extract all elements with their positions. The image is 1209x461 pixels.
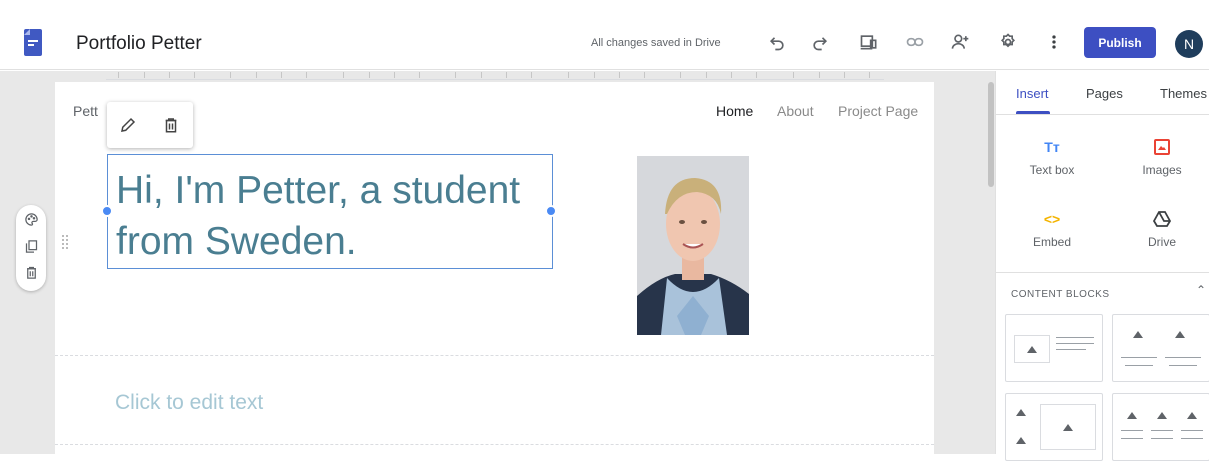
tab-themes[interactable]: Themes xyxy=(1160,86,1207,101)
nav-project-page[interactable]: Project Page xyxy=(838,103,918,119)
text-box-popover xyxy=(107,102,193,148)
text-box-icon: Tт xyxy=(1044,139,1060,155)
edit-pencil-icon[interactable] xyxy=(117,114,139,136)
site-title[interactable]: Portfolio Petter xyxy=(76,33,202,55)
nav-about[interactable]: About xyxy=(777,103,814,119)
insert-item-label: Text box xyxy=(1029,163,1075,177)
resize-handle-left[interactable] xyxy=(101,205,113,217)
undo-icon[interactable] xyxy=(765,30,789,54)
block-image-icon xyxy=(1127,412,1137,419)
duplicate-icon[interactable] xyxy=(23,238,39,254)
page-heading[interactable]: Hi, I'm Petter, a student from Sweden. xyxy=(116,165,546,267)
sites-logo-icon[interactable] xyxy=(24,29,42,56)
resize-handle-right[interactable] xyxy=(545,205,557,217)
section-divider xyxy=(55,444,934,445)
block-image-icon xyxy=(1012,430,1030,450)
app-toolbar: Portfolio Petter All changes saved in Dr… xyxy=(0,0,1209,70)
section-divider xyxy=(55,355,934,356)
insert-embed[interactable]: <> Embed xyxy=(1012,209,1092,249)
text-placeholder[interactable]: Click to edit text xyxy=(115,391,263,415)
link-icon[interactable] xyxy=(903,30,927,54)
insert-item-label: Drive xyxy=(1147,235,1176,249)
tab-insert[interactable]: Insert xyxy=(1016,86,1049,101)
site-page: Pettm Home About Project Page Hi, I'm Pe… xyxy=(55,82,934,454)
insert-text-box[interactable]: Tт Text box xyxy=(1012,137,1092,177)
embed-icon: <> xyxy=(1043,211,1061,227)
insert-item-label: Embed xyxy=(1032,235,1072,249)
drag-handle-icon[interactable] xyxy=(62,235,68,249)
more-vert-icon[interactable] xyxy=(1042,30,1066,54)
block-image-icon xyxy=(1133,331,1143,338)
delete-icon[interactable] xyxy=(160,114,182,136)
header-section[interactable]: Pettm Home About Project Page Hi, I'm Pe… xyxy=(55,82,934,355)
save-status: All changes saved in Drive xyxy=(591,37,721,49)
content-block-three-images[interactable] xyxy=(1112,393,1209,461)
profile-photo[interactable] xyxy=(637,156,749,335)
insert-images[interactable]: Images xyxy=(1122,137,1202,177)
content-blocks-title: CONTENT BLOCKS xyxy=(1011,289,1110,300)
block-image-icon xyxy=(1187,412,1197,419)
content-block-gallery[interactable] xyxy=(1005,393,1103,461)
preview-icon[interactable] xyxy=(857,30,881,54)
delete-section-icon[interactable] xyxy=(23,264,39,280)
chevron-up-icon[interactable]: ⌃ xyxy=(1196,283,1206,297)
palette-icon[interactable] xyxy=(23,211,39,227)
site-brand-start: Pett xyxy=(73,103,98,119)
share-icon[interactable] xyxy=(948,30,972,54)
sidebar-divider xyxy=(996,272,1209,273)
canvas-scrollbar[interactable] xyxy=(988,82,994,187)
image-icon xyxy=(1122,137,1202,157)
block-image-icon xyxy=(1040,404,1096,450)
section-toolbar xyxy=(16,205,46,291)
nav-home[interactable]: Home xyxy=(716,103,753,119)
content-block-image-text[interactable] xyxy=(1005,314,1103,382)
insert-drive[interactable]: Drive xyxy=(1122,209,1202,249)
tabs-divider xyxy=(996,114,1209,115)
avatar[interactable]: N xyxy=(1175,30,1203,58)
insert-panel: Insert Pages Themes Tт Text box Images <… xyxy=(995,71,1209,461)
block-image-icon xyxy=(1014,335,1050,363)
heading-text-box[interactable]: Hi, I'm Petter, a student from Sweden. xyxy=(101,154,557,269)
block-image-icon xyxy=(1012,402,1030,422)
settings-icon[interactable] xyxy=(996,30,1020,54)
insert-item-label: Images xyxy=(1142,163,1182,177)
content-block-two-images[interactable] xyxy=(1112,314,1209,382)
publish-button[interactable]: Publish xyxy=(1084,27,1156,58)
ruler xyxy=(106,70,884,80)
drive-icon xyxy=(1122,209,1202,229)
tab-pages[interactable]: Pages xyxy=(1086,86,1123,101)
block-image-icon xyxy=(1175,331,1185,338)
redo-icon[interactable] xyxy=(808,30,832,54)
block-image-icon xyxy=(1157,412,1167,419)
